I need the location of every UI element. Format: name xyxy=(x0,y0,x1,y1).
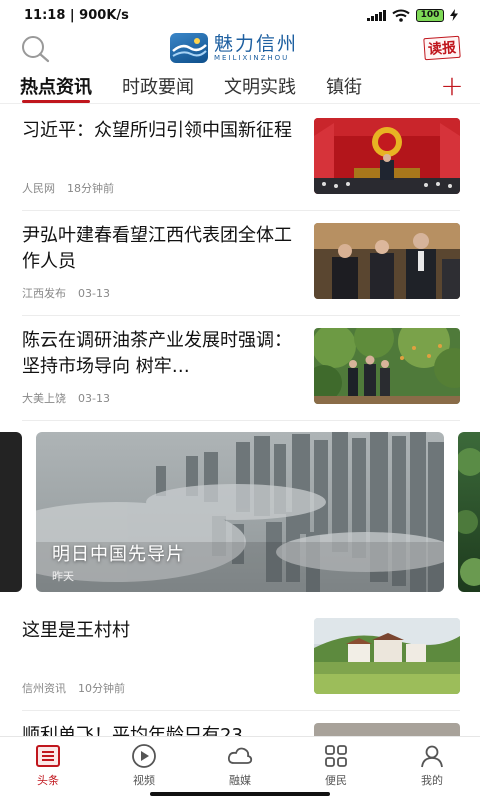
news-title: 陈云在调研油茶产业发展时强调：坚持市场导向 树牢… xyxy=(22,330,292,377)
news-item[interactable]: 顺利单飞！平均年龄只有23 xyxy=(22,711,460,736)
tab-politics[interactable]: 时政要闻 xyxy=(122,69,194,103)
grid-icon xyxy=(325,745,347,767)
news-title: 尹弘叶建春看望江西代表团全体工作人员 xyxy=(22,225,292,272)
nav-label: 视频 xyxy=(133,774,155,787)
news-meta: 信州资讯 10分钟前 xyxy=(22,680,125,696)
search-button[interactable] xyxy=(18,34,52,64)
wifi-icon xyxy=(392,9,410,22)
news-source: 江西发布 xyxy=(22,287,66,300)
tab-hot-news[interactable]: 热点资讯 xyxy=(20,69,92,103)
status-icons: 100 xyxy=(367,8,458,22)
news-meta: 大美上饶 03-13 xyxy=(22,390,110,406)
news-thumbnail xyxy=(314,118,460,194)
news-thumbnail xyxy=(314,223,460,299)
carousel-title: 明日中国先导片 xyxy=(52,544,185,565)
news-source: 大美上饶 xyxy=(22,392,66,405)
news-thumbnail xyxy=(314,723,460,736)
app-header: 魅力信州 MEILIXINZHOU 读报 xyxy=(0,30,480,66)
read-newspaper-label: 读报 xyxy=(423,35,461,61)
news-time: 18分钟前 xyxy=(67,182,114,195)
home-indicator[interactable] xyxy=(150,792,330,796)
carousel-next-slide[interactable] xyxy=(458,432,480,592)
nav-video[interactable]: 视频 xyxy=(96,737,192,800)
news-time: 03-13 xyxy=(78,392,110,405)
news-item[interactable]: 习近平：众望所归引领中国新征程 人民网 18分钟前 xyxy=(22,106,460,211)
nav-label: 我的 xyxy=(421,774,443,787)
status-bar: 11:18 | 900K/s 100 xyxy=(0,0,480,30)
read-newspaper-button[interactable]: 读报 xyxy=(418,34,466,62)
nav-label: 便民 xyxy=(325,774,347,787)
news-time: 03-13 xyxy=(78,287,110,300)
nav-label: 头条 xyxy=(37,774,59,787)
news-source: 信州资讯 xyxy=(22,682,66,695)
news-item[interactable]: 陈云在调研油茶产业发展时强调：坚持市场导向 树牢… 大美上饶 03-13 xyxy=(22,316,460,421)
news-time: 10分钟前 xyxy=(78,682,125,695)
tab-civilization[interactable]: 文明实践 xyxy=(224,69,296,103)
news-source: 人民网 xyxy=(22,182,55,195)
cloud-icon xyxy=(227,747,253,764)
category-tabs: 热点资讯 时政要闻 文明实践 镇街 + xyxy=(0,68,480,104)
add-channel-button[interactable]: + xyxy=(434,68,470,102)
carousel-date: 昨天 xyxy=(52,570,74,583)
news-title: 顺利单飞！平均年龄只有23 xyxy=(22,725,243,736)
bottom-navigation: 头条 视频 融媒 便民 我的 xyxy=(0,736,480,800)
play-icon xyxy=(132,744,156,768)
news-meta: 人民网 18分钟前 xyxy=(22,180,114,196)
nav-headlines[interactable]: 头条 xyxy=(0,737,96,800)
logo-mark-icon xyxy=(170,33,208,63)
search-icon xyxy=(22,36,50,63)
logo-subtitle: MEILIXINZHOU xyxy=(214,53,290,62)
signal-icon xyxy=(367,9,386,21)
charging-icon xyxy=(450,9,458,21)
app-logo: 魅力信州 MEILIXINZHOU xyxy=(170,30,298,66)
news-item[interactable]: 这里是王村村 信州资讯 10分钟前 xyxy=(22,606,460,711)
list-icon xyxy=(36,745,60,767)
news-item[interactable]: 尹弘叶建春看望江西代表团全体工作人员 江西发布 03-13 xyxy=(22,211,460,316)
nav-profile[interactable]: 我的 xyxy=(384,737,480,800)
news-thumbnail xyxy=(314,328,460,404)
nav-media[interactable]: 融媒 xyxy=(192,737,288,800)
carousel-slide[interactable]: 明日中国先导片 昨天 xyxy=(36,432,444,592)
news-meta: 江西发布 03-13 xyxy=(22,285,110,301)
featured-carousel[interactable]: 明日中国先导片 昨天 xyxy=(0,432,480,592)
nav-label: 融媒 xyxy=(229,774,251,787)
user-icon xyxy=(421,745,443,768)
slide-image xyxy=(36,432,444,592)
news-title: 这里是王村村 xyxy=(22,620,130,641)
news-thumbnail xyxy=(314,618,460,694)
tab-towns[interactable]: 镇街 xyxy=(326,69,362,103)
nav-services[interactable]: 便民 xyxy=(288,737,384,800)
battery-icon: 100 xyxy=(416,8,444,22)
status-time-speed: 11:18 | 900K/s xyxy=(24,7,129,23)
news-title: 习近平：众望所归引领中国新征程 xyxy=(22,120,292,141)
logo-title: 魅力信州 xyxy=(214,32,299,55)
carousel-prev-slide[interactable] xyxy=(0,432,22,592)
